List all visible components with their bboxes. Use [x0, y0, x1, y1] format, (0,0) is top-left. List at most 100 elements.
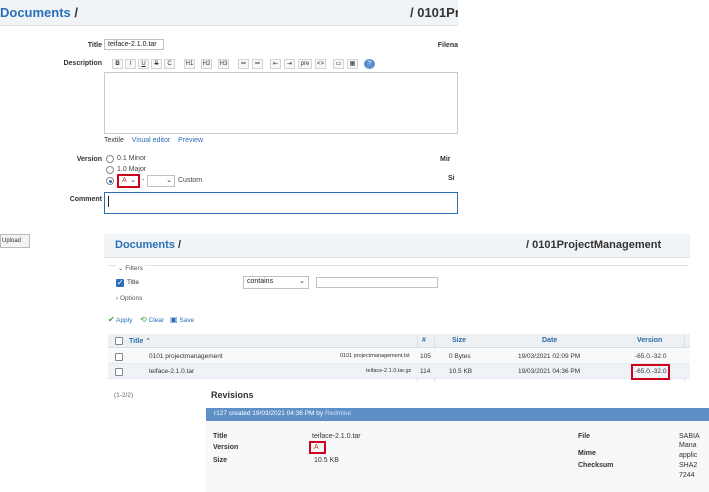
upload-button[interactable]: Upload: [0, 234, 30, 248]
breadcrumb-documents-link[interactable]: Documents: [0, 5, 71, 20]
document-number-link[interactable]: 105: [420, 353, 431, 360]
comment-input[interactable]: [104, 192, 458, 214]
breadcrumb-separator: /: [177, 239, 182, 251]
list-project-title: / 0101ProjectManagement: [526, 239, 662, 251]
revision-checksum-key: Checksum: [578, 462, 614, 469]
column-size[interactable]: Size: [452, 337, 466, 344]
save-label: Save: [179, 317, 195, 324]
underline-button[interactable]: U: [138, 59, 149, 69]
outdent-icon[interactable]: ⇤: [270, 59, 281, 69]
title-label: Title: [87, 42, 102, 49]
revision-title-key: Title: [213, 433, 228, 440]
chevron-down-icon: ⌄: [299, 278, 305, 285]
save-button[interactable]: ▣ Save: [170, 315, 194, 324]
custom-minor-select[interactable]: ⌄: [147, 175, 175, 187]
revision-summary: r127 created 19/03/2021 04:36 PM by Redm…: [214, 410, 351, 417]
floppy-disk-icon: ▣: [170, 315, 178, 324]
revision-file-key: File: [578, 433, 591, 440]
custom-label: Custom: [178, 177, 203, 184]
italic-button[interactable]: I: [125, 59, 136, 69]
edit-project-title: / 0101Proj: [410, 5, 458, 20]
visual-editor-tab[interactable]: Visual editor: [132, 137, 170, 144]
revisions-heading: Revisions: [211, 390, 254, 400]
filters-legend[interactable]: ⌄ Filters: [116, 264, 145, 272]
textile-tab[interactable]: Textile: [104, 137, 124, 144]
custom-radio[interactable]: [106, 177, 114, 185]
comment-label: Comment: [69, 196, 102, 203]
filter-operator-value: contains: [247, 278, 274, 285]
strike-button[interactable]: S: [151, 59, 162, 69]
minor-option-label: 0.1 Minor: [117, 155, 147, 162]
heading2-button[interactable]: H2: [201, 59, 212, 69]
code-button[interactable]: C: [164, 59, 175, 69]
numbered-list-icon[interactable]: ≔: [252, 59, 263, 69]
row-checkbox[interactable]: [115, 368, 123, 376]
filter-value-input[interactable]: [316, 277, 438, 288]
right-si-label: Si: [448, 175, 455, 182]
image-icon[interactable]: ▭: [333, 59, 344, 69]
revisions-panel: Revisions r127 created 19/03/2021 04:36 …: [202, 382, 709, 492]
revision-size-key: Size: [213, 457, 228, 464]
clear-label: Clear: [148, 317, 165, 324]
revision-details: [206, 421, 709, 492]
document-title-link[interactable]: teiface-2.1.0.tar: [149, 368, 194, 375]
revision-file-value: applic: [679, 452, 698, 459]
column-title[interactable]: Title ⌃: [129, 337, 151, 345]
right-min-label: Mir: [440, 156, 451, 163]
revision-author-link[interactable]: Redmine: [325, 410, 351, 417]
column-version[interactable]: Version: [637, 337, 662, 344]
revision-bar: r127 created 19/03/2021 04:36 PM by Redm…: [206, 408, 709, 421]
heading3-button[interactable]: H3: [218, 59, 229, 69]
select-all-checkbox[interactable]: [115, 337, 123, 345]
column-date[interactable]: Date: [542, 337, 557, 344]
heading1-button[interactable]: H1: [184, 59, 195, 69]
checkmark-icon: ✔: [108, 315, 115, 324]
breadcrumb-documents-link[interactable]: Documents: [115, 239, 175, 251]
help-icon[interactable]: ?: [364, 59, 375, 69]
pagination-info: (1-2/2): [114, 392, 134, 399]
chevron-right-icon: ›: [116, 295, 119, 302]
document-title-link[interactable]: 0101 projectmanagement: [149, 353, 223, 360]
document-size: 10.5 KB: [449, 368, 473, 375]
apply-button[interactable]: ✔ Apply: [108, 315, 132, 324]
revision-version-value: A: [314, 444, 319, 451]
description-label: Description: [63, 60, 102, 67]
chevron-down-icon: ⌄: [118, 265, 124, 272]
revision-file-value: Mana: [679, 442, 697, 449]
description-editor[interactable]: [104, 72, 458, 134]
custom-major-select[interactable]: A ⌄: [117, 174, 140, 188]
pre-button[interactable]: pre: [298, 59, 312, 69]
title-input[interactable]: teiface-2.1.0.tar: [104, 39, 164, 50]
revision-version-key: Version: [213, 444, 239, 451]
title-filter-label: Title: [127, 279, 140, 286]
revision-mime-key: Mime: [578, 450, 596, 457]
options-legend[interactable]: › Options: [116, 295, 142, 302]
row-checkbox[interactable]: [115, 353, 123, 361]
sort-ascending-icon: ⌃: [145, 338, 152, 345]
reload-icon: ⟲: [140, 315, 147, 324]
major-radio[interactable]: [106, 166, 114, 174]
filter-operator-select[interactable]: contains ⌄: [243, 276, 309, 289]
minor-radio[interactable]: [106, 155, 114, 163]
editor-mode-tabs: Textile Visual editor Preview: [104, 137, 209, 144]
major-option-label: 1.0 Major: [117, 166, 147, 173]
title-filter-checkbox[interactable]: [116, 278, 124, 287]
bullet-list-icon[interactable]: ≔: [238, 59, 249, 69]
custom-separator: -: [142, 177, 145, 184]
filename-label: Filena: [437, 42, 458, 49]
list-breadcrumb: Documents /: [115, 239, 181, 251]
preview-tab[interactable]: Preview: [178, 137, 203, 144]
bold-button[interactable]: B: [112, 59, 123, 69]
indent-icon[interactable]: ⇥: [284, 59, 295, 69]
clear-button[interactable]: ⟲ Clear: [140, 315, 164, 324]
document-version: -65.0.-32.0: [635, 353, 667, 360]
column-number[interactable]: #: [422, 337, 426, 344]
filters-legend-text: Filters: [125, 265, 143, 272]
filters-divider: [108, 265, 688, 266]
revision-checksum-value: SHA2: [679, 462, 698, 469]
document-date: 19/03/2021 02:09 PM: [518, 353, 581, 360]
table-icon[interactable]: ▦: [347, 59, 358, 69]
code-block-icon[interactable]: <>: [315, 59, 326, 69]
document-version: -65.0.-32.0: [635, 368, 667, 375]
document-number-link[interactable]: 114: [420, 368, 430, 375]
